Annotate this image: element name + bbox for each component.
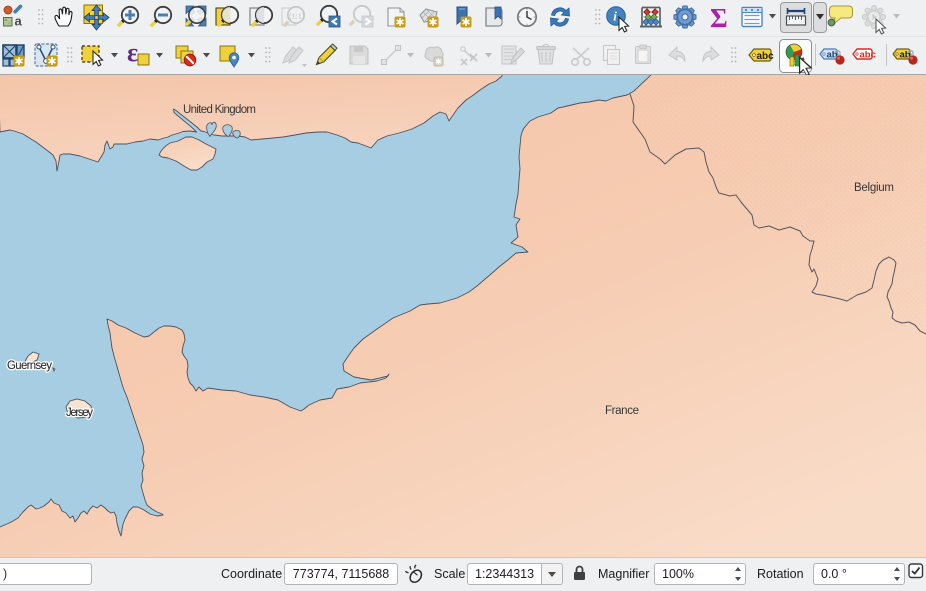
svg-text:(1:1): (1:1) — [289, 12, 305, 21]
svg-text:Belgium: Belgium — [854, 182, 894, 194]
svg-text:United Kingdom: United Kingdom — [183, 104, 256, 116]
svg-text:ε: ε — [127, 38, 138, 67]
svg-text:a: a — [15, 14, 23, 29]
svg-text:abc: abc — [860, 50, 876, 61]
svg-text:France: France — [605, 405, 639, 417]
svg-text:Jersey: Jersey — [66, 407, 93, 419]
svg-text:abc: abc — [757, 51, 775, 62]
svg-text:Guernsey: Guernsey — [7, 360, 52, 372]
svg-text:i: i — [613, 9, 617, 24]
svg-text:Σ: Σ — [710, 3, 728, 33]
